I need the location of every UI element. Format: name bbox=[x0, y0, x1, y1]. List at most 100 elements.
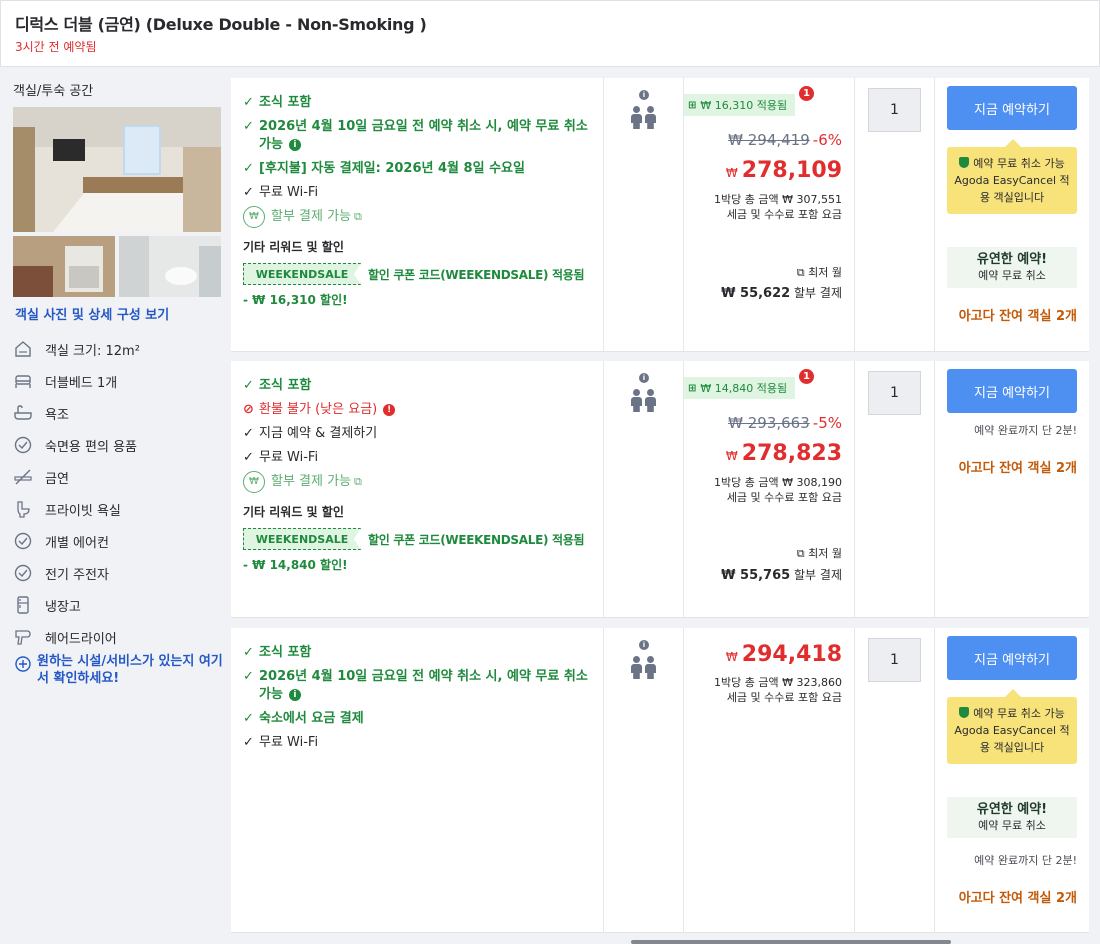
info-icon[interactable]: i bbox=[639, 640, 649, 650]
external-link-icon: ⧉ bbox=[796, 266, 809, 279]
room-photos-link[interactable]: 객실 사진 및 상세 구성 보기 bbox=[15, 304, 169, 323]
more-facilities-text: 원하는 시설/서비스가 있는지 여기서 확인하세요! bbox=[37, 654, 223, 686]
guests-column: i bbox=[604, 78, 684, 351]
offer-row: ✓ 조식 포함 ✓ 2026년 4월 10일 금요일 전 예약 취소 시, 예약 무… bbox=[231, 628, 1089, 933]
amenity-item: 객실 크기: 12m² bbox=[13, 333, 140, 365]
quantity-column: 1 bbox=[855, 78, 935, 351]
installment-icon: ₩ bbox=[243, 206, 265, 228]
benefit-pay-at-hotel: ✓ 숙소에서 요금 결제 bbox=[243, 711, 364, 726]
amenity-label: 숙면용 편의 용품 bbox=[45, 439, 137, 455]
two-persons-icon bbox=[631, 389, 656, 412]
notification-badge: 1 bbox=[799, 369, 814, 384]
offer-row: ✓ 조식 포함 ⊘ 환불 불가 (낮은 요금)! ✓ 지금 예약 & 결제하기 ✓ 무료… bbox=[231, 361, 1089, 618]
benefit-breakfast: ✓ 조식 포함 bbox=[243, 95, 312, 110]
amenity-label: 헤어드라이어 bbox=[45, 631, 117, 647]
room-photo-thumb-2[interactable] bbox=[119, 236, 221, 297]
coupon-tag: WEEKENDSALE bbox=[243, 528, 361, 550]
coupon-text: 할인 쿠폰 코드(WEEKENDSALE) 적용됨 bbox=[368, 532, 585, 547]
fridge-icon bbox=[13, 595, 33, 615]
bed-icon bbox=[13, 371, 33, 391]
amenity-label: 더블베드 1개 bbox=[45, 375, 118, 391]
monthly-label: ⧉ 최저 월 bbox=[796, 266, 842, 279]
booked-ago-label: 3시간 전 예약됨 bbox=[15, 40, 97, 54]
benefit-pay-now: ✓ 지금 예약 & 결제하기 bbox=[243, 426, 378, 441]
room-quantity-select[interactable]: 1 bbox=[868, 638, 921, 682]
monthly-amount: ₩ 55,622 할부 결제 bbox=[721, 286, 842, 301]
benefit-breakfast: ✓ 조식 포함 bbox=[243, 378, 312, 393]
panel-title: 객실/투숙 공간 bbox=[13, 84, 94, 99]
info-icon[interactable]: i bbox=[288, 689, 301, 701]
book-now-button[interactable]: 지금 예약하기 bbox=[947, 86, 1077, 130]
benefit-installment[interactable]: ₩ 할부 결제 가능 ⧉ bbox=[243, 471, 591, 493]
amenity-label: 객실 크기: 12m² bbox=[45, 343, 140, 359]
benefit-free-cancel: ✓ 2026년 4월 10일 금요일 전 예약 취소 시, 예약 무료 취소 가능… bbox=[243, 119, 588, 152]
amenity-item: 프라이빗 욕실 bbox=[13, 493, 140, 525]
coupon-tag: WEEKENDSALE bbox=[243, 263, 361, 285]
check-circle-icon bbox=[13, 435, 33, 455]
promo-row: WEEKENDSALE 할인 쿠폰 코드(WEEKENDSALE) 적용됨 bbox=[243, 528, 591, 550]
amenity-item: 헤어드라이어 bbox=[13, 621, 140, 653]
amenity-item: 욕조 bbox=[13, 397, 140, 429]
room-quantity-select[interactable]: 1 bbox=[868, 88, 921, 132]
discount-percent: -6% bbox=[812, 131, 842, 149]
amenity-label: 금연 bbox=[45, 471, 69, 487]
discount-amount: - ₩ 16,310 할인! bbox=[243, 293, 348, 307]
rooms-left-note: 아고다 잔여 객실 2개 bbox=[958, 309, 1077, 324]
quantity-column: 1 bbox=[855, 361, 935, 617]
book-now-button[interactable]: 지금 예약하기 bbox=[947, 369, 1077, 413]
benefits-column: ✓ 조식 포함 ✓ 2026년 4월 10일 금요일 전 예약 취소 시, 예약 무… bbox=[231, 628, 604, 932]
saved-badge: ⊞ ₩ 16,310 적용됨 bbox=[684, 94, 796, 116]
amenity-item: 숙면용 편의 용품 bbox=[13, 429, 140, 461]
info-icon[interactable]: ! bbox=[383, 404, 396, 416]
room-quantity-select[interactable]: 1 bbox=[868, 371, 921, 415]
discount-amount: - ₩ 14,840 할인! bbox=[243, 558, 348, 572]
benefits-column: ✓ 조식 포함 ✓ 2026년 4월 10일 금요일 전 예약 취소 시, 예약 무… bbox=[231, 78, 604, 351]
saved-badge: ⊞ ₩ 14,840 적용됨 bbox=[684, 377, 796, 399]
room-photo-main[interactable] bbox=[13, 107, 221, 232]
booking-time-note: 예약 완료까지 단 2분! bbox=[974, 424, 1077, 437]
flexible-booking-box: 유연한 예약! 예약 무료 취소 bbox=[947, 797, 1077, 838]
benefit-pay-later: ✓ [후지불] 자동 결제일: 2026년 4월 8일 수요일 bbox=[243, 161, 525, 176]
scrollbar-hint[interactable] bbox=[631, 940, 951, 944]
more-facilities-link[interactable]: 원하는 시설/서비스가 있는지 여기서 확인하세요! bbox=[15, 653, 225, 687]
total-price-note: 1박당 총 금액 ₩ 307,551 세금 및 수수료 포함 요금 bbox=[714, 193, 842, 221]
room-photo-thumb-1[interactable] bbox=[13, 236, 115, 297]
rooms-left-note: 아고다 잔여 객실 2개 bbox=[958, 461, 1077, 476]
coupon-text: 할인 쿠폰 코드(WEEKENDSALE) 적용됨 bbox=[368, 267, 585, 282]
flexible-booking-box: 유연한 예약! 예약 무료 취소 bbox=[947, 247, 1077, 288]
original-price-row: ₩ 293,663 -5% bbox=[728, 414, 842, 432]
discount-percent: -5% bbox=[812, 414, 842, 432]
bathtub-icon bbox=[13, 403, 33, 423]
ticket-icon: ⊞ bbox=[688, 99, 697, 111]
info-icon[interactable]: i bbox=[288, 139, 301, 151]
price-column: ⊞ ₩ 14,840 적용됨 1 ₩ 293,663 -5% ₩278,823 1박… bbox=[684, 361, 855, 617]
amenity-item: 전기 주전자 bbox=[13, 557, 140, 589]
amenity-label: 개별 에어컨 bbox=[45, 535, 109, 551]
total-price-note: 1박당 총 금액 ₩ 323,860 세금 및 수수료 포함 요금 bbox=[714, 676, 842, 704]
amenity-label: 욕조 bbox=[45, 407, 69, 423]
benefit-installment[interactable]: ₩ 할부 결제 가능 ⧉ bbox=[243, 206, 591, 228]
ticket-icon: ⊞ bbox=[688, 382, 697, 394]
room-title: 디럭스 더블 (금연) (Deluxe Double - Non-Smoking… bbox=[15, 15, 427, 34]
external-link-icon: ⧉ bbox=[354, 210, 362, 223]
monthly-amount: ₩ 55,765 할부 결제 bbox=[721, 568, 842, 583]
benefit-wifi: ✓ 무료 Wi-Fi bbox=[243, 450, 319, 465]
two-persons-icon bbox=[631, 656, 656, 679]
original-price: ₩ 294,419 bbox=[728, 131, 810, 149]
monthly-label: ⧉ 최저 월 bbox=[796, 547, 842, 560]
quantity-column: 1 bbox=[855, 628, 935, 932]
house-icon bbox=[13, 339, 33, 359]
book-now-button[interactable]: 지금 예약하기 bbox=[947, 636, 1077, 680]
amenity-list: 객실 크기: 12m² 더블베드 1개 욕조 숙면용 편의 용품 금연 프라이빗… bbox=[13, 333, 140, 653]
toilet-icon bbox=[13, 499, 33, 519]
info-icon[interactable]: i bbox=[639, 90, 649, 100]
amenity-label: 프라이빗 욕실 bbox=[45, 503, 121, 519]
booking-column: 지금 예약하기 예약 무료 취소 가능 Agoda EasyCancel 적용 … bbox=[935, 78, 1089, 351]
room-header: 디럭스 더블 (금연) (Deluxe Double - Non-Smoking… bbox=[0, 0, 1100, 67]
info-icon[interactable]: i bbox=[639, 373, 649, 383]
amenity-item: 냉장고 bbox=[13, 589, 140, 621]
benefits-column: ✓ 조식 포함 ⊘ 환불 불가 (낮은 요금)! ✓ 지금 예약 & 결제하기 ✓ 무료… bbox=[231, 361, 604, 617]
external-link-icon: ⧉ bbox=[354, 475, 362, 488]
promo-heading: 기타 리워드 및 할인 bbox=[243, 505, 344, 519]
original-price: ₩ 293,663 bbox=[728, 414, 810, 432]
